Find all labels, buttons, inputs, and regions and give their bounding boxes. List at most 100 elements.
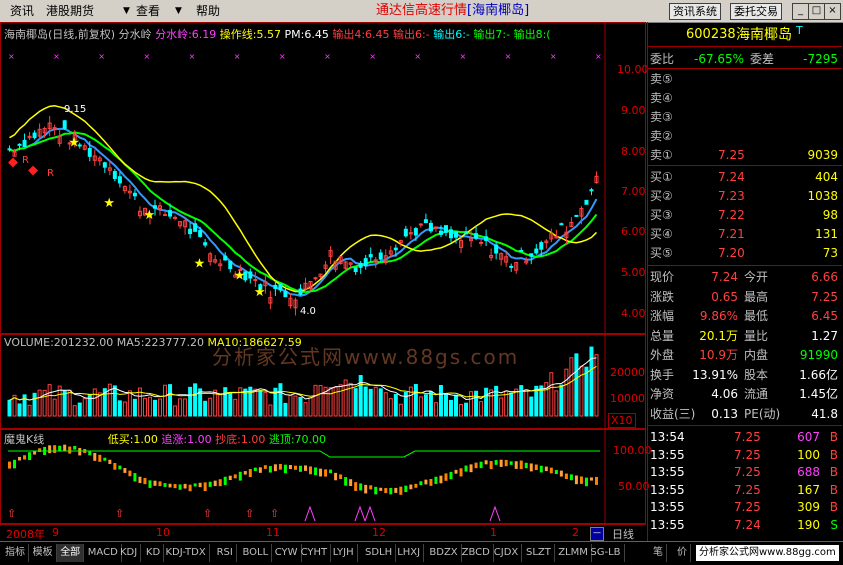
menu-news[interactable]: 资讯 [8,3,36,19]
kline-bar [489,461,493,470]
volume-bar [448,399,453,417]
trade-button[interactable]: 委托交易 [730,3,782,20]
kline-bar [379,487,383,491]
candle-body [228,260,233,270]
tab-zbcd[interactable]: ZBCD [459,544,494,562]
buy-arrow-icon: ⇧ [115,507,124,520]
volume-bar [37,389,42,417]
kline-bar [233,474,237,479]
kline-bar [524,462,528,469]
kline-bar [13,459,17,469]
tab-全部[interactable]: 全部 [57,544,85,562]
kline-bar [574,475,578,485]
candle-body [584,199,589,205]
kline-bar [469,464,473,473]
buy-row: 买④ 7.21 131 [648,225,842,243]
kline-bar [314,467,318,476]
date-nov: 11 [266,526,280,539]
kl-y-tick-100: 100.00 [613,444,652,457]
tab-zlmm[interactable]: ZLMM [555,544,592,562]
period-label[interactable]: 日线 [612,526,634,542]
kline-indicator-name: 魔鬼K线 [4,433,45,446]
tab-prices[interactable]: 价 [674,544,691,562]
volume-bar [62,390,67,417]
tab-kd[interactable]: KD [143,544,165,562]
sell-triangle-marker [364,505,376,522]
minimize-icon[interactable]: _ [792,3,809,20]
tab-kdj[interactable]: KDJ [117,544,142,562]
candle-body [539,242,544,250]
tab-bdzx[interactable]: BDZX [426,544,462,562]
tab-rsi[interactable]: RSI [214,544,237,562]
kline-bar [394,487,398,493]
tab-lyjh[interactable]: LYJH [330,544,358,562]
volume-bar [313,384,318,417]
candle-body [363,258,368,267]
stat-value: 1.66亿 [799,367,838,382]
volume-bar [163,384,168,417]
tab-指标[interactable]: 指标 [2,544,29,562]
kline-bar [304,465,307,471]
kline-bar [273,464,277,472]
tab-trades[interactable]: 笔 [650,544,667,562]
volume-bar [438,385,443,417]
volume-bar [77,402,82,417]
tick-price: 7.25 [734,500,761,514]
candle-body [87,148,92,157]
stat-label: 换手 [650,367,675,382]
kline-bar [499,459,503,467]
tab-cjdx[interactable]: CJDX [491,544,523,562]
tick-side: B [829,500,838,514]
candle-body [479,241,484,244]
stat-label: 股本 [744,367,769,382]
menu-help[interactable]: 帮助 [194,3,222,19]
price-pane[interactable]: ★ ★ ★ ★ ★ ★ × × × × × × × × × × × × × × 海南椰岛(日线,前复权) 分水岭 分水… [0,22,649,334]
tab-kdj-tdx[interactable]: KDJ-TDX [163,544,210,562]
kline-bar [23,455,27,460]
kline-bar [113,462,117,470]
sell-volume: 9039 [807,148,838,162]
buy-volume: 404 [815,170,838,184]
kline-bar [153,480,157,486]
menu-view[interactable]: 查看 [134,3,162,19]
tab-sg-lb[interactable]: SG-LB [587,544,625,562]
volume-bar [464,402,469,417]
cross-marker: × [460,52,467,61]
volume-bar [47,384,52,417]
tick-price: 7.24 [734,517,761,532]
tab-cyht[interactable]: CYHT [298,544,332,562]
kline-bar [193,483,197,487]
quote-panel: 600238 海南椰岛 T 委比 -67.65% 委差 -7295 卖⑤ 卖④ 卖③… [647,22,843,542]
volume-bar [308,397,313,417]
volume-bar [288,394,293,417]
maximize-icon[interactable]: □ [808,3,825,20]
cross-marker: × [595,52,602,61]
chevron-down-icon[interactable]: ▼ [175,6,182,16]
chevron-down-icon[interactable]: ▼ [123,6,130,16]
date-year: 2008年 [6,528,45,541]
buy-level-label: 买⑤ [650,246,673,260]
stat-value: 6.66 [811,270,838,284]
tab-lhxj[interactable]: LHXJ [394,544,425,562]
kline-indicator-pane[interactable]: ⇧ ⇧ ⇧ ⇧ ⇧ 魔鬼K线 低买:1.00 追涨:1.00 抄底:1.00 逃顶:70… [0,429,652,524]
volume-bar [549,372,554,417]
info-system-button[interactable]: 资讯系统 [669,3,721,20]
stat-value: 7.25 [811,289,838,304]
tab-sdlh[interactable]: SDLH [362,544,397,562]
tab-模板[interactable]: 模板 [30,544,57,562]
candle-body [534,248,539,254]
close-icon[interactable]: × [824,3,841,20]
candle-body [248,271,253,279]
volume-bar [484,387,489,417]
tab-slzt[interactable]: SLZT [523,544,555,562]
kline-bar [88,451,92,456]
volume-bar [203,400,208,417]
indicator-line [9,127,598,297]
menu-hk-futures[interactable]: 港股期货 [44,3,96,19]
volume-bar [554,390,559,417]
candlestick-chart[interactable]: ★ ★ ★ ★ ★ ★ × × × × × × × × × × × × × × [0,22,646,334]
stock-code: 600238 [686,27,736,42]
tab-boll[interactable]: BOLL [240,544,273,562]
scroll-button[interactable]: — [590,527,604,541]
sell-row: 卖④ [648,89,842,107]
